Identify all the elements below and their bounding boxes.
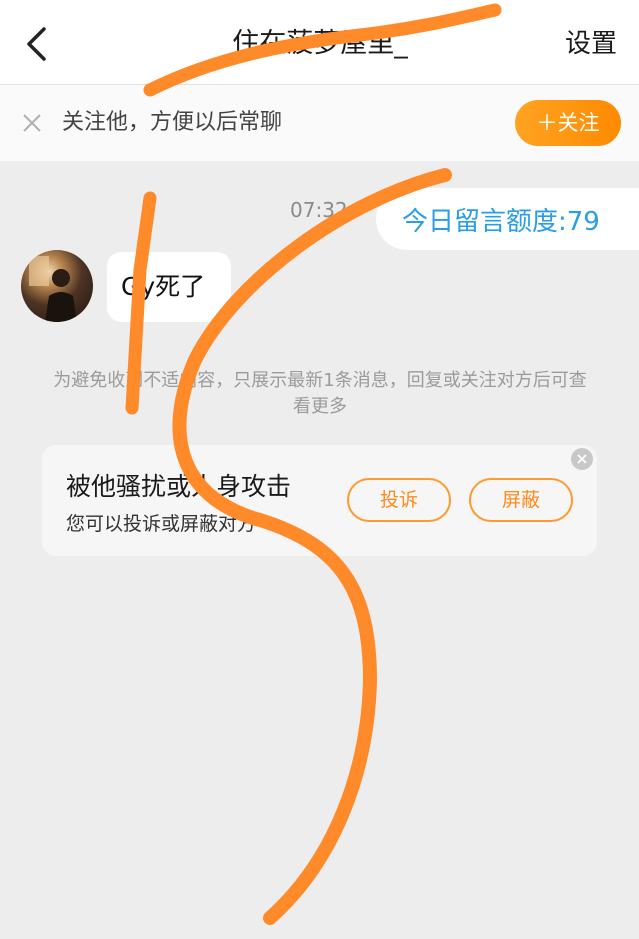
message-quota-badge: 今日留言额度:79	[376, 188, 639, 250]
message-bubble[interactable]: Gy死了	[107, 252, 231, 322]
chevron-left-icon	[27, 27, 46, 61]
sender-avatar[interactable]	[21, 250, 93, 322]
report-button[interactable]: 投诉	[347, 478, 451, 522]
report-card-title: 被他骚扰或人身攻击	[66, 472, 292, 501]
follow-prompt-text: 关注他，方便以后常聊	[62, 110, 283, 135]
settings-button[interactable]: 设置	[565, 22, 617, 66]
back-button[interactable]	[14, 22, 58, 66]
conversation-title: 住在菠萝屋里_	[232, 28, 408, 59]
close-icon	[23, 114, 41, 132]
block-button[interactable]: 屏蔽	[469, 478, 573, 522]
follow-button[interactable]: ＋关注	[515, 100, 621, 146]
limited-messages-notice: 为避免收到不适内容，只展示最新1条消息，回复或关注对方后可查看更多	[53, 370, 587, 417]
follow-banner: 关注他，方便以后常聊 ＋关注	[0, 85, 639, 161]
message-timestamp: 07:32	[290, 198, 348, 222]
dismiss-banner-button[interactable]	[18, 109, 46, 137]
report-card-subtitle: 您可以投诉或屏蔽对方	[66, 513, 257, 535]
top-navigation-bar: 住在菠萝屋里_ 设置	[0, 0, 639, 85]
avatar-image	[29, 256, 77, 322]
harassment-report-card: 被他骚扰或人身攻击 您可以投诉或屏蔽对方 投诉 屏蔽	[42, 445, 597, 556]
close-card-button[interactable]	[571, 448, 593, 470]
close-icon	[577, 454, 587, 464]
